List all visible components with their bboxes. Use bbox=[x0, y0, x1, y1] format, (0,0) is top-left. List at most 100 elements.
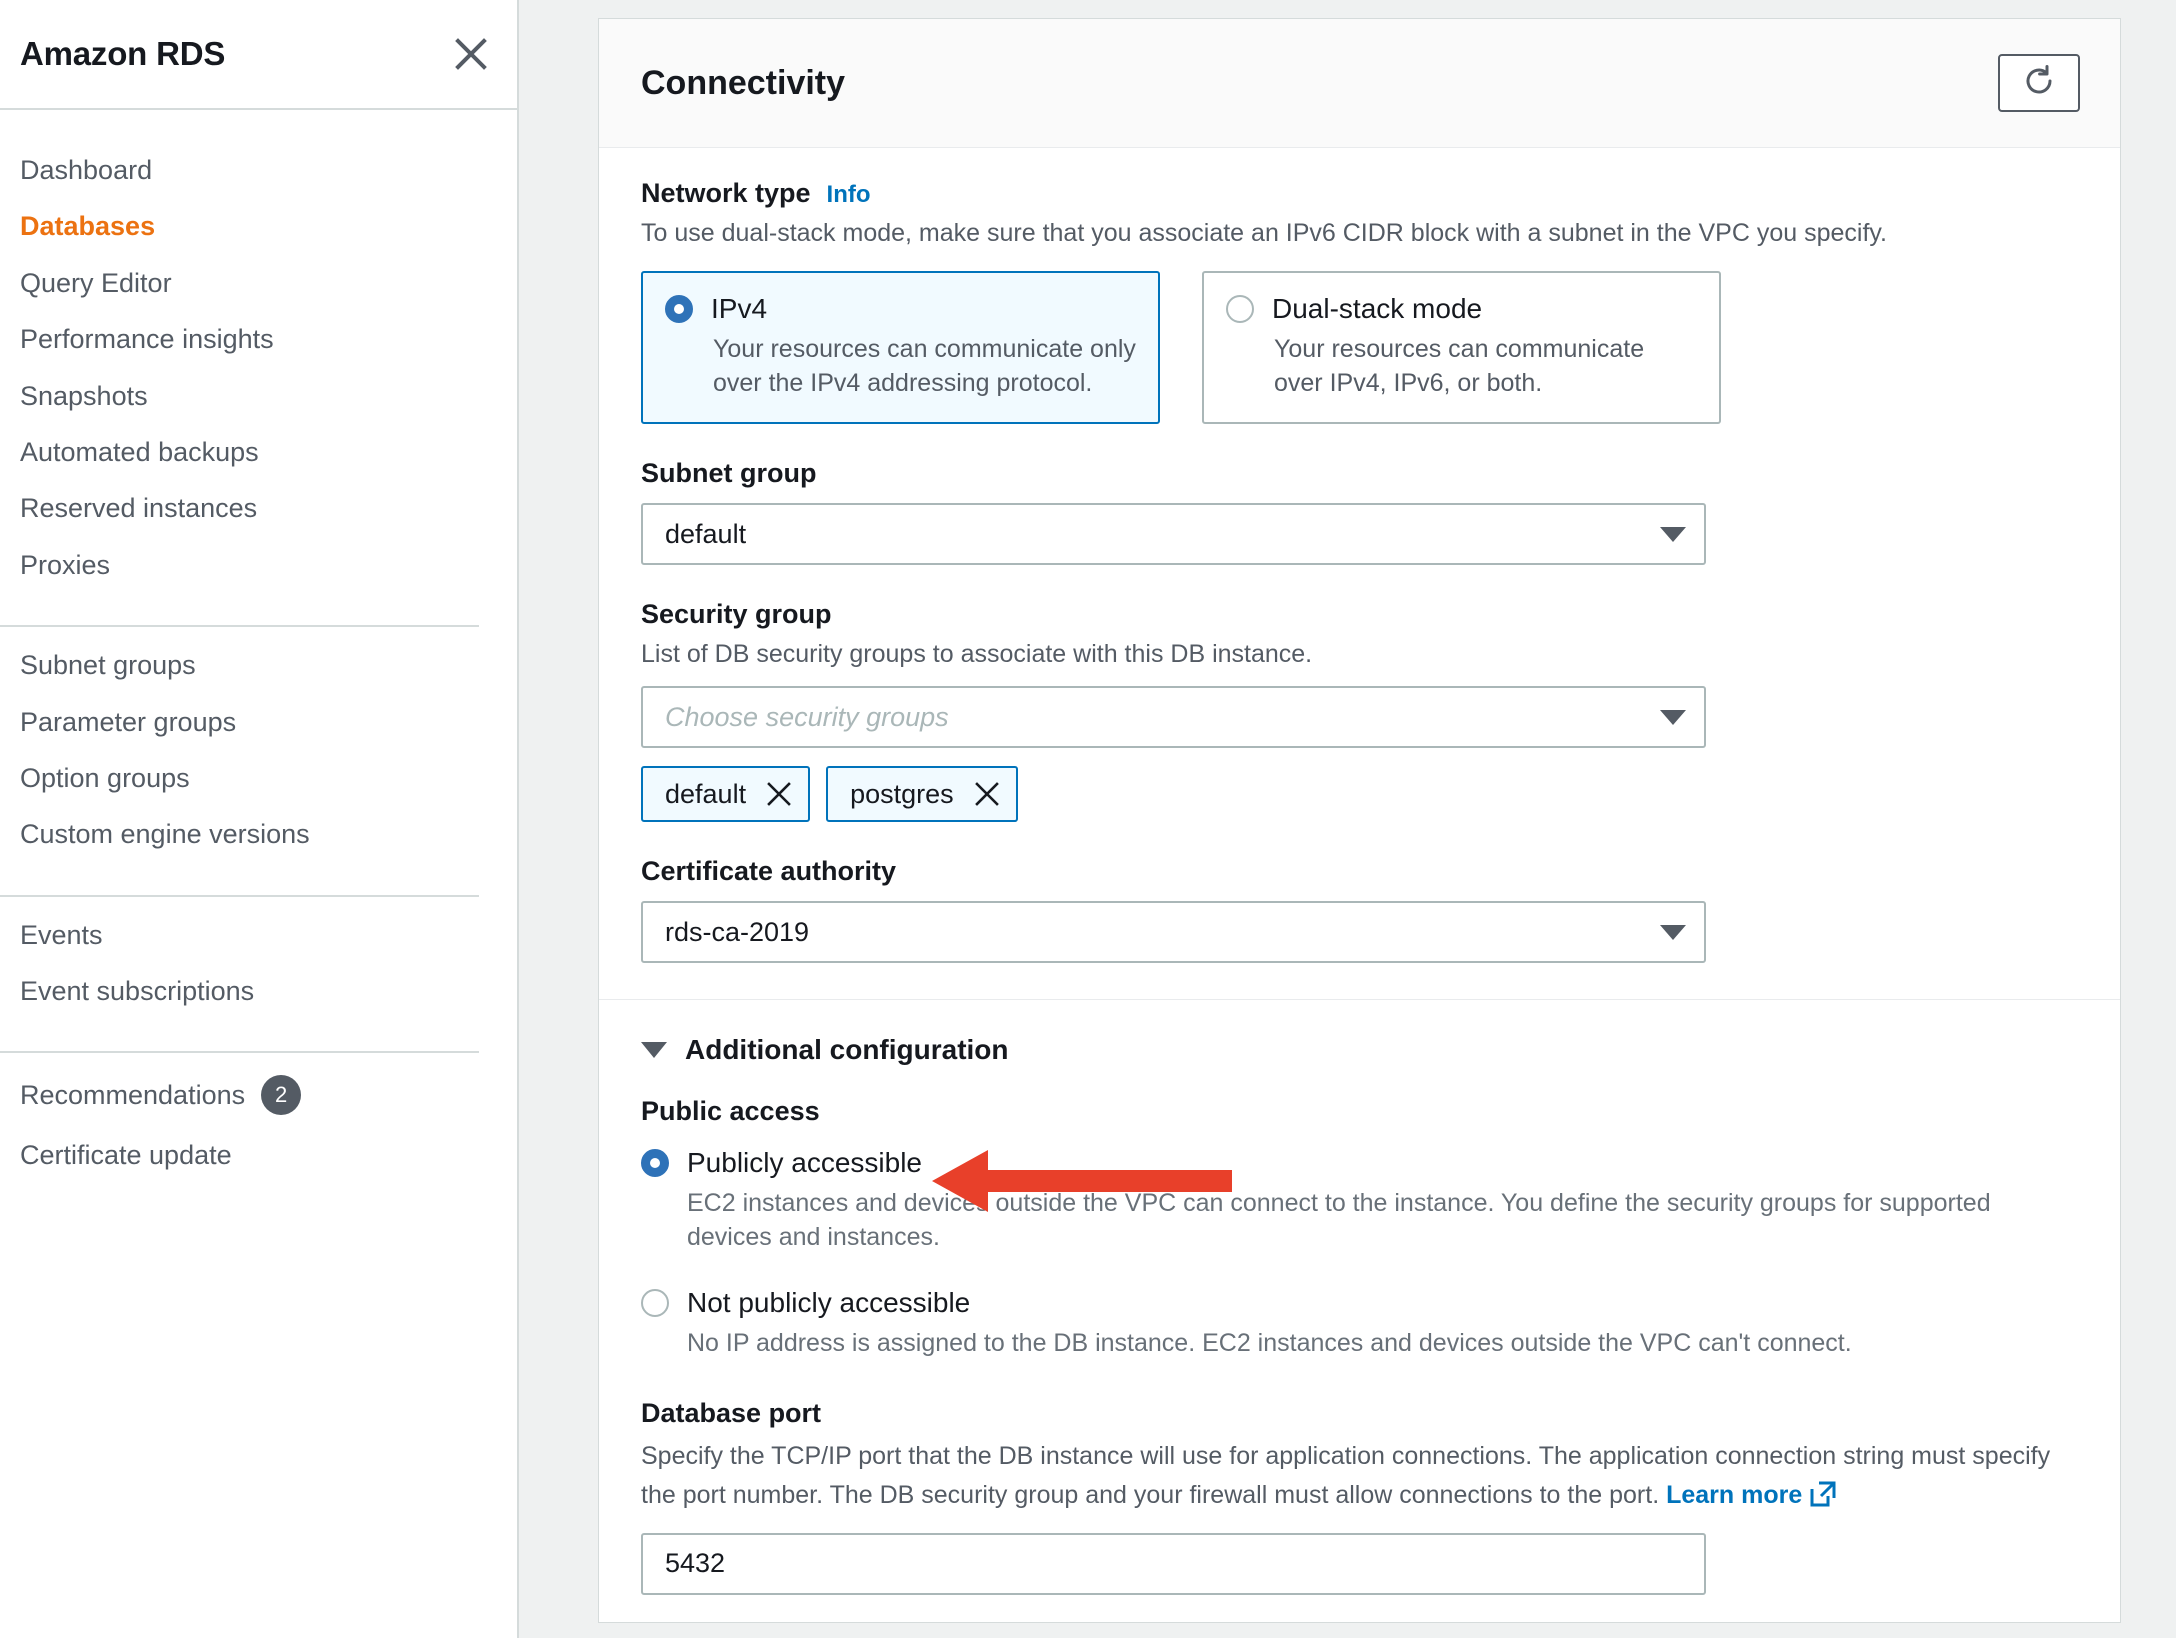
security-group-description: List of DB security groups to associate … bbox=[641, 640, 1313, 669]
tile-description: Your resources can communicate over IPv4… bbox=[1274, 334, 1645, 397]
sidebar-item-dashboard[interactable]: Dashboard bbox=[0, 142, 517, 198]
sidebar-item-subnet-groups[interactable]: Subnet groups bbox=[0, 637, 517, 693]
connectivity-panel: Connectivity Network type Info To use du… bbox=[598, 18, 2121, 1623]
public-access-field: Public access Publicly accessible EC2 in… bbox=[641, 1096, 2078, 1360]
learn-more-link[interactable]: Learn more bbox=[1666, 1481, 1836, 1509]
security-group-token-postgres[interactable]: postgres bbox=[826, 766, 1018, 822]
tile-title: IPv4 bbox=[711, 292, 768, 324]
panel-header: Connectivity bbox=[599, 19, 2120, 148]
sidebar-item-recommendations[interactable]: Recommendations 2 bbox=[0, 1063, 517, 1127]
network-type-label-row: Network type Info bbox=[641, 178, 2078, 209]
sidebar-item-performance-insights[interactable]: Performance insights bbox=[0, 311, 517, 367]
certificate-authority-label-row: Certificate authority bbox=[641, 856, 2078, 887]
public-access-option-publicly-accessible[interactable]: Publicly accessible bbox=[641, 1147, 2078, 1179]
radio-dual-stack[interactable] bbox=[1226, 294, 1254, 323]
security-group-label: Security group bbox=[641, 599, 832, 630]
token-label: postgres bbox=[850, 778, 954, 809]
security-group-tokens: default postgres bbox=[641, 766, 2078, 822]
security-group-field: Security group List of DB security group… bbox=[641, 599, 2078, 822]
section-divider bbox=[599, 999, 2120, 1000]
sidebar-item-reserved-instances[interactable]: Reserved instances bbox=[0, 480, 517, 536]
rds-console-screen: Amazon RDS Dashboard Databases Query Edi… bbox=[0, 0, 2176, 1638]
sidebar-nav: Dashboard Databases Query Editor Perform… bbox=[0, 110, 517, 1206]
subnet-group-field: Subnet group default bbox=[641, 458, 2078, 566]
chevron-down-icon bbox=[1660, 526, 1686, 542]
security-group-select[interactable]: Choose security groups bbox=[641, 686, 1706, 748]
sidebar-item-snapshots[interactable]: Snapshots bbox=[0, 368, 517, 424]
sidebar-item-option-groups[interactable]: Option groups bbox=[0, 750, 517, 806]
security-group-label-row: Security group bbox=[641, 599, 2078, 630]
public-access-option-not-publicly-accessible[interactable]: Not publicly accessible bbox=[641, 1287, 2078, 1319]
chevron-down-icon bbox=[641, 1042, 667, 1058]
network-type-field: Network type Info To use dual-stack mode… bbox=[641, 178, 2078, 425]
database-port-description-line2: port number. The DB security group and y… bbox=[682, 1481, 1660, 1509]
radio-publicly-accessible[interactable] bbox=[641, 1149, 669, 1177]
sidebar-item-label: Events bbox=[20, 919, 103, 950]
sidebar-group-events: Events Event subscriptions bbox=[0, 897, 517, 1042]
remove-token-icon[interactable] bbox=[974, 781, 1000, 807]
tile-head: IPv4 bbox=[665, 293, 1136, 325]
database-port-description: Specify the TCP/IP port that the DB inst… bbox=[641, 1437, 2078, 1519]
public-access-label: Public access bbox=[641, 1096, 820, 1126]
sidebar-group-recommendations: Recommendations 2 Certificate update bbox=[0, 1053, 517, 1205]
sidebar-item-parameter-groups[interactable]: Parameter groups bbox=[0, 694, 517, 750]
additional-configuration-expander[interactable]: Additional configuration bbox=[641, 1034, 2078, 1066]
database-port-input[interactable]: 5432 bbox=[641, 1532, 1706, 1595]
panel-body: Network type Info To use dual-stack mode… bbox=[599, 148, 2120, 1595]
sidebar-item-label: Parameter groups bbox=[20, 706, 237, 737]
not-publicly-accessible-description: No IP address is assigned to the DB inst… bbox=[687, 1328, 1852, 1357]
sidebar-item-events[interactable]: Events bbox=[0, 907, 517, 963]
sidebar-item-event-subscriptions[interactable]: Event subscriptions bbox=[0, 963, 517, 1019]
network-type-description: To use dual-stack mode, make sure that y… bbox=[641, 219, 1887, 247]
radio-ipv4[interactable] bbox=[665, 294, 693, 323]
sidebar-item-label: Performance insights bbox=[20, 324, 274, 355]
certificate-authority-label: Certificate authority bbox=[641, 856, 897, 886]
sidebar-item-query-editor[interactable]: Query Editor bbox=[0, 255, 517, 311]
sidebar-item-label: Databases bbox=[20, 211, 156, 242]
chevron-down-icon bbox=[1660, 709, 1686, 725]
sidebar-item-label: Automated backups bbox=[20, 436, 259, 467]
sidebar-item-label: Event subscriptions bbox=[20, 976, 255, 1007]
network-type-option-ipv4[interactable]: IPv4 Your resources can communicate only… bbox=[641, 270, 1160, 425]
subnet-group-select[interactable]: default bbox=[641, 503, 1706, 566]
sidebar-header: Amazon RDS bbox=[0, 0, 517, 110]
database-port-label: Database port bbox=[641, 1398, 822, 1429]
network-type-label: Network type bbox=[641, 178, 811, 208]
sidebar-item-databases[interactable]: Databases bbox=[0, 198, 517, 254]
certificate-authority-value: rds-ca-2019 bbox=[665, 916, 810, 947]
database-port-label-row: Database port bbox=[641, 1398, 2078, 1429]
refresh-icon bbox=[2021, 63, 2057, 104]
recommendations-count-badge: 2 bbox=[261, 1075, 302, 1116]
sidebar-item-label: Option groups bbox=[20, 762, 190, 793]
info-link[interactable]: Info bbox=[827, 181, 871, 209]
certificate-authority-field: Certificate authority rds-ca-2019 bbox=[641, 856, 2078, 963]
sidebar-item-label: Snapshots bbox=[20, 380, 148, 411]
close-icon[interactable] bbox=[449, 32, 493, 76]
sidebar-item-label: Custom engine versions bbox=[20, 819, 310, 850]
refresh-button[interactable] bbox=[1998, 54, 2080, 112]
sidebar-item-label: Reserved instances bbox=[20, 493, 258, 524]
certificate-authority-select[interactable]: rds-ca-2019 bbox=[641, 901, 1706, 963]
security-group-placeholder: Choose security groups bbox=[665, 701, 949, 732]
sidebar-item-label: Proxies bbox=[20, 549, 111, 580]
sidebar-item-custom-engine-versions[interactable]: Custom engine versions bbox=[0, 806, 517, 862]
sidebar-group-groups: Subnet groups Parameter groups Option gr… bbox=[0, 627, 517, 885]
sidebar-item-label: Query Editor bbox=[20, 267, 172, 298]
sidebar-item-label: Subnet groups bbox=[20, 650, 196, 681]
sidebar-item-proxies[interactable]: Proxies bbox=[0, 537, 517, 593]
additional-configuration-label: Additional configuration bbox=[685, 1034, 1009, 1065]
radio-label: Publicly accessible bbox=[687, 1147, 922, 1178]
token-label: default bbox=[665, 778, 747, 809]
network-type-options: IPv4 Your resources can communicate only… bbox=[641, 270, 2078, 425]
sidebar-item-label: Dashboard bbox=[20, 155, 153, 185]
network-type-option-dual-stack[interactable]: Dual-stack mode Your resources can commu… bbox=[1202, 270, 1721, 425]
sidebar-item-certificate-update[interactable]: Certificate update bbox=[0, 1127, 517, 1183]
database-port-value: 5432 bbox=[665, 1548, 726, 1579]
tile-head: Dual-stack mode bbox=[1226, 293, 1697, 325]
security-group-token-default[interactable]: default bbox=[641, 766, 811, 822]
sidebar-item-automated-backups[interactable]: Automated backups bbox=[0, 424, 517, 480]
remove-token-icon[interactable] bbox=[766, 781, 792, 807]
sidebar: Amazon RDS Dashboard Databases Query Edi… bbox=[0, 0, 519, 1638]
chevron-down-icon bbox=[1660, 924, 1686, 940]
radio-not-publicly-accessible[interactable] bbox=[641, 1288, 669, 1317]
